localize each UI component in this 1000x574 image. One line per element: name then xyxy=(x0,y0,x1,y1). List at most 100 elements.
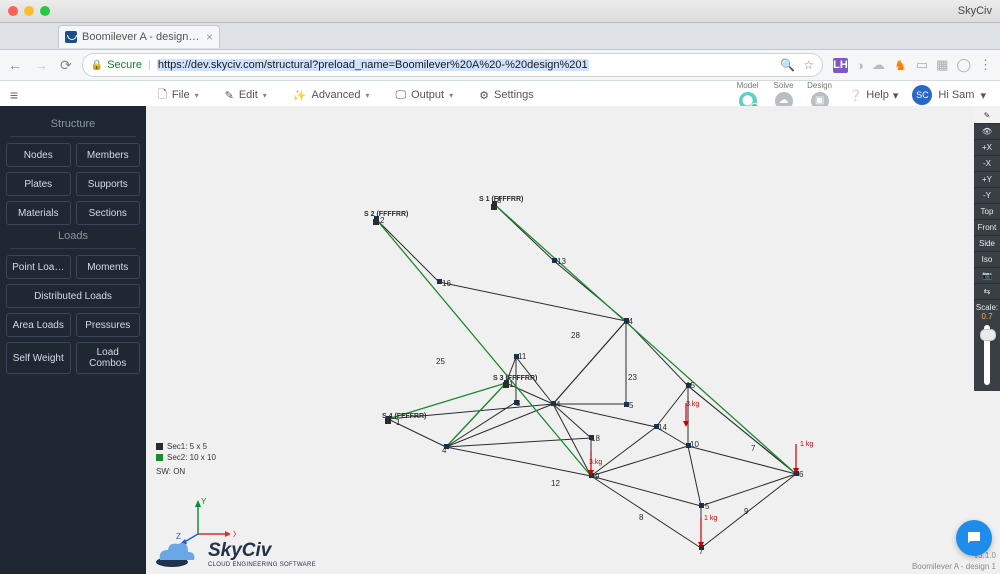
btn-sections[interactable]: Sections xyxy=(76,201,141,225)
window-min-dot[interactable] xyxy=(24,6,34,16)
svg-text:16: 16 xyxy=(442,279,451,288)
menu-edit[interactable]: ✎Edit▾ xyxy=(225,86,267,105)
vt-front[interactable]: Front xyxy=(974,220,1000,236)
scale-label: Scale: xyxy=(974,300,1000,312)
svg-text:25: 25 xyxy=(436,357,445,366)
svg-text:1 kg: 1 kg xyxy=(800,441,813,448)
svg-text:3.kg: 3.kg xyxy=(686,401,699,408)
bookmark-star-icon[interactable]: ☆ xyxy=(803,58,814,72)
lock-icon: 🔒 xyxy=(91,60,103,71)
vt-draw[interactable]: ✎ xyxy=(974,108,1000,124)
btn-area-loads[interactable]: Area Loads xyxy=(6,313,71,337)
menu-output[interactable]: 🖵Output▾ xyxy=(395,86,453,105)
svg-text:3: 3 xyxy=(516,399,521,408)
search-in-url-icon[interactable]: 🔍 xyxy=(780,58,795,72)
btn-plates[interactable]: Plates xyxy=(6,172,71,196)
svg-text:5: 5 xyxy=(629,401,634,410)
svg-text:1 kg: 1 kg xyxy=(704,515,717,522)
vt-top[interactable]: Top xyxy=(974,204,1000,220)
vt-minus-x[interactable]: -X xyxy=(974,156,1000,172)
svg-text:15: 15 xyxy=(686,381,695,390)
user-avatar: SC xyxy=(912,85,932,105)
btn-distributed-loads[interactable]: Distributed Loads xyxy=(6,284,140,308)
extension-icon[interactable]: ◯ xyxy=(956,57,971,73)
vt-minus-y[interactable]: -Y xyxy=(974,188,1000,204)
svg-text:9: 9 xyxy=(744,507,749,516)
menu-file[interactable]: 🗋File▾ xyxy=(158,86,199,105)
extension-icon[interactable]: LH xyxy=(833,58,848,73)
svg-text:18: 18 xyxy=(591,434,600,443)
svg-text:14: 14 xyxy=(658,423,667,432)
svg-text:4: 4 xyxy=(442,446,447,455)
vt-side[interactable]: Side xyxy=(974,236,1000,252)
svg-text:8: 8 xyxy=(497,196,502,205)
btn-supports[interactable]: Supports xyxy=(76,172,141,196)
extension-icon[interactable]: ♞ xyxy=(893,58,908,73)
nav-forward-icon: → xyxy=(34,57,48,74)
svg-text:23: 23 xyxy=(628,373,637,382)
menu-settings[interactable]: ⚙Settings xyxy=(479,86,534,105)
btn-point-loads[interactable]: Point Loa… xyxy=(6,255,71,279)
scale-value: 0.7 xyxy=(974,312,1000,321)
svg-text:14: 14 xyxy=(624,317,633,326)
secure-indicator: 🔒 Secure xyxy=(91,59,142,71)
skyciv-logo: SkyCiv CLOUD ENGINEERING SOFTWARE xyxy=(154,538,316,568)
sidebar-title-structure: Structure xyxy=(6,118,140,130)
browser-tab[interactable]: Boomilever A - design 1 | Sky… × xyxy=(58,25,220,48)
svg-text:S 2 (FFFFRR): S 2 (FFFFRR) xyxy=(364,211,408,218)
view-toolbar: ✎ 👁 +X -X +Y -Y Top Front Side Iso 📷 ⇆ S… xyxy=(974,108,1000,391)
chat-icon xyxy=(965,529,983,547)
svg-text:1: 1 xyxy=(509,380,514,389)
btn-materials[interactable]: Materials xyxy=(6,201,71,225)
address-bar[interactable]: 🔒 Secure | https://dev.skyciv.com/struct… xyxy=(82,53,823,77)
structure-svg: S 1 (FFFFRR) S 2 (FFFFRR) S 3 (FFFFRR) S… xyxy=(146,106,1000,574)
extension-icon[interactable]: ◑ xyxy=(856,58,864,73)
btn-load-combos[interactable]: Load Combos xyxy=(76,342,141,374)
btn-nodes[interactable]: Nodes xyxy=(6,143,71,167)
svg-text:S 4 (FFFFRR): S 4 (FFFFRR) xyxy=(382,413,426,420)
btn-members[interactable]: Members xyxy=(76,143,141,167)
btn-self-weight[interactable]: Self Weight xyxy=(6,342,71,374)
left-sidebar: Structure Nodes Members Plates Supports … xyxy=(0,106,146,574)
svg-text:8: 8 xyxy=(639,513,644,522)
monitor-icon: 🖵 xyxy=(395,89,406,102)
browser-tabstrip: Boomilever A - design 1 | Sky… × xyxy=(0,23,1000,50)
help-menu[interactable]: ❔Help▾ xyxy=(849,89,899,102)
account-menu[interactable]: SC Hi Sam ▾ xyxy=(912,85,986,105)
hamburger-menu-icon[interactable]: ≡ xyxy=(0,87,28,103)
vt-plus-x[interactable]: +X xyxy=(974,140,1000,156)
vt-snapshot[interactable]: 📷 xyxy=(974,268,1000,284)
vt-plus-y[interactable]: +Y xyxy=(974,172,1000,188)
model-canvas[interactable]: S 1 (FFFFRR) S 2 (FFFFRR) S 3 (FFFFRR) S… xyxy=(146,106,1000,574)
svg-text:12: 12 xyxy=(551,479,560,488)
svg-text:7: 7 xyxy=(751,444,756,453)
svg-text:28: 28 xyxy=(571,331,580,340)
nav-back-icon[interactable]: ← xyxy=(8,57,22,74)
intercom-chat-button[interactable] xyxy=(956,520,992,556)
svg-text:6: 6 xyxy=(799,470,804,479)
svg-text:1: 1 xyxy=(396,418,401,427)
svg-text:10: 10 xyxy=(690,440,699,449)
vt-iso[interactable]: Iso xyxy=(974,252,1000,268)
vt-visibility[interactable]: 👁 xyxy=(974,124,1000,140)
scale-slider[interactable] xyxy=(984,325,990,385)
svg-text:2: 2 xyxy=(380,216,385,225)
btn-moments[interactable]: Moments xyxy=(76,255,141,279)
btn-pressures[interactable]: Pressures xyxy=(76,313,141,337)
svg-text:7: 7 xyxy=(699,547,704,556)
window-max-dot[interactable] xyxy=(40,6,50,16)
extension-icon[interactable]: ▭ xyxy=(916,57,928,73)
svg-text:Y: Y xyxy=(201,497,207,506)
file-icon: 🗋 xyxy=(158,86,167,105)
extension-icon[interactable]: ☁ xyxy=(872,57,885,73)
tab-title: Boomilever A - design 1 | Sky… xyxy=(82,31,201,43)
svg-text:S 3 (FFFFRR): S 3 (FFFFRR) xyxy=(493,375,537,382)
svg-text:11: 11 xyxy=(518,352,527,361)
vt-swap[interactable]: ⇆ xyxy=(974,284,1000,300)
tab-close-icon[interactable]: × xyxy=(206,30,213,44)
chrome-menu-icon[interactable]: ⋮ xyxy=(979,57,992,73)
window-close-dot[interactable] xyxy=(8,6,18,16)
menu-advanced[interactable]: ✨Advanced▾ xyxy=(293,86,370,105)
extension-icon[interactable]: ▦ xyxy=(936,57,948,73)
nav-reload-icon[interactable]: ⟳ xyxy=(60,57,72,74)
